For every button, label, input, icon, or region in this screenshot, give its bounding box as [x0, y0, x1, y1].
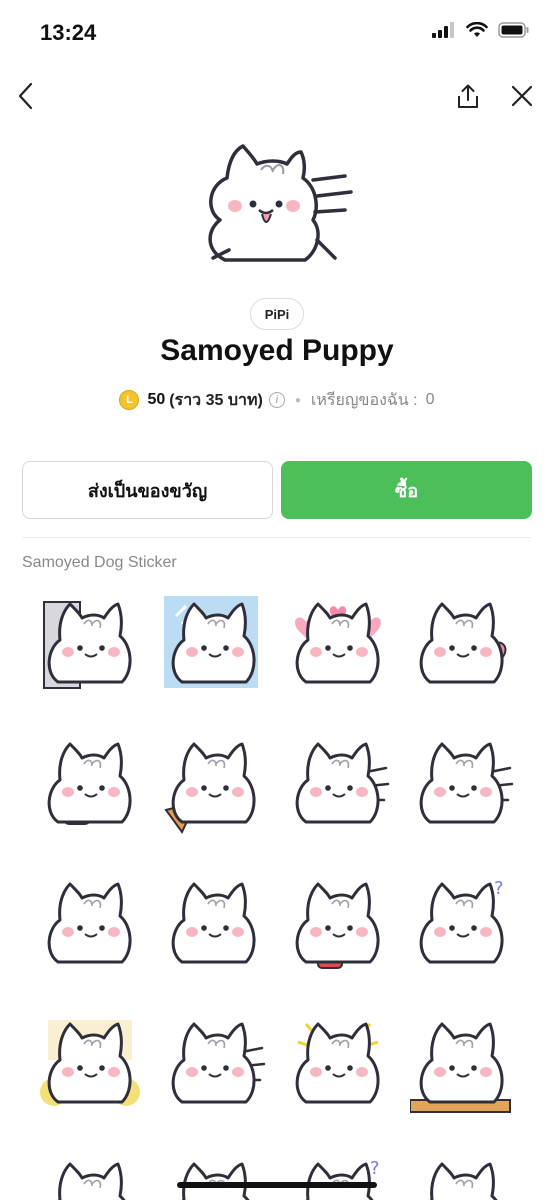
my-coins-value: 0: [425, 391, 435, 408]
cellular-signal-icon: [432, 22, 454, 38]
sticker-cheer-pompoms[interactable]: [38, 1012, 142, 1116]
sticker-shiver[interactable]: [162, 1012, 266, 1116]
sticker-table[interactable]: [410, 1012, 514, 1116]
my-coins-label: เหรียญของฉัน :: [310, 391, 418, 409]
price-row: L 50 (ราว 35 บาท) i ● เหรียญของฉัน : 0: [0, 386, 554, 414]
close-icon: [511, 85, 533, 107]
dot-separator: ●: [294, 394, 301, 406]
sticker-noodles[interactable]: [286, 872, 390, 976]
sticker-confused[interactable]: ?: [410, 872, 514, 976]
gift-button[interactable]: ส่งเป็นของขวัญ: [22, 461, 273, 519]
price-baht: (ราว 35 บาท): [169, 391, 263, 409]
sticker-row5-1[interactable]: [38, 1152, 142, 1200]
section-label: Samoyed Dog Sticker: [22, 554, 177, 571]
sticker-peek-door[interactable]: [38, 592, 142, 696]
svg-text:?: ?: [370, 1158, 380, 1179]
close-button[interactable]: [502, 76, 542, 116]
sticker-surprised[interactable]: [286, 732, 390, 836]
main-sticker-image: [208, 144, 353, 262]
sticker-spoon-cry[interactable]: [162, 872, 266, 976]
price-amount: 50: [147, 391, 166, 408]
buy-button[interactable]: ซื้อ: [281, 461, 532, 519]
divider: [22, 537, 532, 538]
sticker-row5-2[interactable]: [162, 1152, 266, 1200]
info-icon[interactable]: i: [268, 392, 285, 408]
sticker-window[interactable]: [162, 592, 266, 696]
sticker-spoon-drool[interactable]: [38, 872, 142, 976]
status-time: 13:24: [40, 20, 97, 45]
svg-text:?: ?: [494, 878, 504, 899]
author-chip[interactable]: PiPi: [250, 298, 304, 330]
share-button[interactable]: [448, 76, 488, 116]
status-bar: 13:24: [0, 0, 554, 60]
sticker-row5-3[interactable]: ?: [286, 1152, 390, 1200]
sticker-heart-throw[interactable]: [410, 592, 514, 696]
coin-icon: L: [119, 390, 140, 410]
sticker-running[interactable]: [410, 732, 514, 836]
sticker-row5-4[interactable]: [410, 1152, 514, 1200]
sticker-shock[interactable]: [286, 1012, 390, 1116]
home-indicator: [177, 1182, 377, 1188]
back-button[interactable]: [6, 76, 46, 116]
sticker-eating-pizza[interactable]: [162, 732, 266, 836]
pack-title: Samoyed Puppy: [160, 334, 394, 367]
battery-icon: [498, 22, 529, 38]
wifi-icon: [466, 22, 488, 37]
status-icons: [432, 22, 530, 38]
chevron-left-icon: [18, 82, 33, 110]
share-icon: [458, 84, 478, 108]
sticker-hearts[interactable]: [286, 592, 390, 696]
sticker-eating-bread[interactable]: [38, 732, 142, 836]
nav-bar: [0, 70, 554, 120]
